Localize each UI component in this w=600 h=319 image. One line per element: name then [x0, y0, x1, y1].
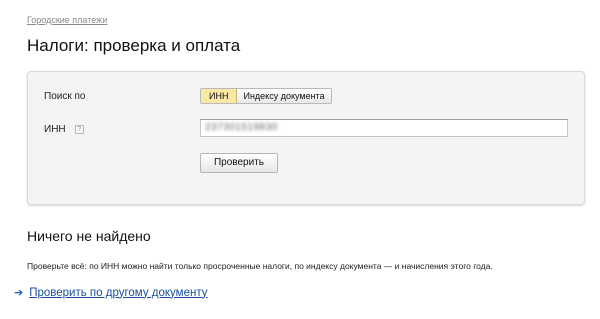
help-icon[interactable]: ?	[74, 125, 84, 134]
toggle-document-index[interactable]: Индексу документа	[237, 89, 331, 103]
check-other-document-link[interactable]: Проверить по другому документу	[29, 287, 207, 299]
search-by-label: Поиск по	[44, 91, 86, 102]
inn-label-row: ИНН ?	[44, 124, 84, 135]
arrow-right-icon: ➔	[14, 287, 24, 299]
toggle-inn[interactable]: ИНН	[201, 89, 238, 103]
check-button[interactable]: Проверить	[200, 153, 278, 173]
result-title: Ничего не найдено	[27, 228, 151, 244]
result-description: Проверьте всё: по ИНН можно найти только…	[27, 261, 493, 271]
inn-input[interactable]: 237301519830	[200, 119, 568, 137]
inn-label: ИНН	[44, 124, 66, 135]
search-type-toggle[interactable]: ИНН Индексу документа	[200, 88, 332, 104]
check-other-document-row[interactable]: ➔ Проверить по другому документу	[14, 286, 207, 300]
breadcrumb-link[interactable]: Городские платежи	[27, 15, 107, 25]
page-title: Налоги: проверка и оплата	[27, 36, 241, 55]
inn-input-value: 237301519830	[205, 122, 278, 133]
